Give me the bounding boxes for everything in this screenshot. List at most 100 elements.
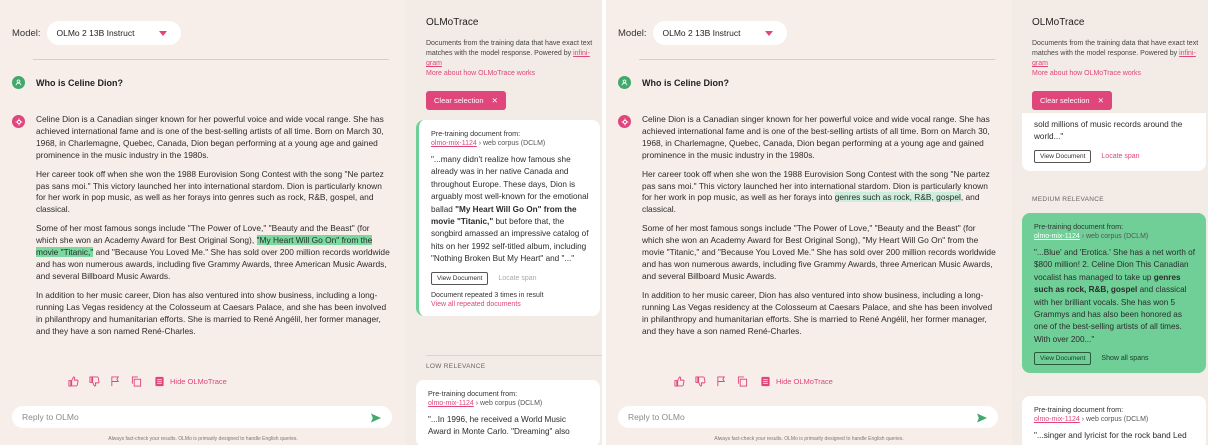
olmo-mix-link[interactable]: olmo-mix-1124 xyxy=(1034,416,1080,423)
doc-source: olmo-mix-1124 › web corpus (DCLM) xyxy=(1034,416,1149,423)
copy-icon[interactable] xyxy=(131,376,142,387)
divider xyxy=(33,59,389,60)
trace-description: Documents from the training data that ha… xyxy=(1032,40,1199,67)
doc-actions: View Document Show all spans xyxy=(1034,352,1196,366)
chat-panel-right: Model: OLMo 2 13B Instruct Who is Celine… xyxy=(606,0,1012,445)
user-icon xyxy=(618,76,631,89)
show-all-spans-button[interactable]: Show all spans xyxy=(1101,355,1148,362)
trace-panel-left: OLMoTrace Documents from the training da… xyxy=(406,0,602,445)
document-card: sold millions of music records around th… xyxy=(1022,113,1206,171)
trace-header: OLMoTrace Documents from the training da… xyxy=(1032,0,1208,79)
trace-title: OLMoTrace xyxy=(1032,17,1085,28)
doc-excerpt: "...In 1996, he received a World Music A… xyxy=(428,415,570,437)
divider xyxy=(426,355,602,356)
doc-excerpt: sold millions of music records around th… xyxy=(1034,120,1183,142)
user-icon xyxy=(12,76,25,89)
user-message: Who is Celine Dion? xyxy=(12,76,123,89)
document-icon xyxy=(154,376,165,387)
repeat-info: Document repeated 3 times in result xyxy=(431,291,544,299)
doc-actions: View Document Locate span xyxy=(431,271,590,285)
answer-paragraph-3: Some of her most famous songs include "T… xyxy=(642,223,996,281)
disclaimer: Always fact-check your results. OLMo is … xyxy=(714,436,904,442)
view-document-button[interactable]: View Document xyxy=(1034,352,1092,366)
more-about-link[interactable]: More about how OLMoTrace works xyxy=(1032,69,1208,79)
answer-paragraph-1: Celine Dion is a Canadian singer known f… xyxy=(36,114,384,160)
span-genres-highlighted[interactable]: genres such as rock, R&B, gospel xyxy=(834,192,961,203)
hide-olmotrace-button[interactable]: Hide OLMoTrace xyxy=(760,376,833,387)
locate-span-button[interactable]: Locate span xyxy=(1101,153,1139,160)
olmo-mix-link[interactable]: olmo-mix-1124 xyxy=(428,400,474,407)
reply-input[interactable] xyxy=(22,412,370,422)
doc-source: olmo-mix-1124 › web corpus (DCLM) xyxy=(428,400,543,407)
copy-icon[interactable] xyxy=(737,376,748,387)
model-row: Model: OLMo 2 13B Instruct xyxy=(618,21,787,45)
answer-paragraph-2: Her career took off when she won the 198… xyxy=(642,168,990,215)
doc-source: olmo-mix-1124 › web corpus (DCLM) xyxy=(1034,233,1149,240)
trace-header: OLMoTrace Documents from the training da… xyxy=(426,0,602,79)
document-card: Pre-training document from: olmo-mix-112… xyxy=(416,120,600,316)
more-about-link[interactable]: More about how OLMoTrace works xyxy=(426,69,602,79)
olmo-mix-link[interactable]: olmo-mix-1124 xyxy=(1034,233,1080,240)
doc-excerpt: "...many didn't realize how famous she a… xyxy=(431,155,589,264)
caret-down-icon xyxy=(764,31,773,36)
clear-selection-button[interactable]: Clear selection ✕ xyxy=(426,91,506,110)
model-select[interactable]: OLMo 2 13B Instruct xyxy=(652,21,787,45)
document-icon xyxy=(760,376,771,387)
answer-body: Celine Dion is a Canadian singer known f… xyxy=(36,114,391,344)
doc-excerpt: "...singer and lyricist for the rock ban… xyxy=(1034,431,1187,440)
thumbs-down-icon[interactable] xyxy=(695,376,706,387)
answer-paragraph-3: Some of her most famous songs include "T… xyxy=(36,223,390,281)
view-all-repeated-link[interactable]: View all repeated documents xyxy=(431,301,590,308)
model-value: OLMo 2 13B Instruct xyxy=(662,28,741,38)
flag-icon[interactable] xyxy=(716,376,727,387)
ai-message: Celine Dion is a Canadian singer known f… xyxy=(12,114,392,344)
thumbs-down-icon[interactable] xyxy=(89,376,100,387)
answer-paragraph-4: In addition to her music career, Dion ha… xyxy=(36,289,387,336)
clear-selection-button[interactable]: Clear selection ✕ xyxy=(1032,91,1112,110)
view-document-button[interactable]: View Document xyxy=(431,271,489,285)
reply-box xyxy=(618,406,998,428)
thumbs-up-icon[interactable] xyxy=(674,376,685,387)
flag-icon[interactable] xyxy=(110,376,121,387)
answer-paragraph-4: In addition to her music career, Dion ha… xyxy=(642,289,993,336)
model-value: OLMo 2 13B Instruct xyxy=(56,28,135,38)
model-label: Model: xyxy=(618,27,647,39)
caret-down-icon xyxy=(158,31,167,36)
hide-olmotrace-button[interactable]: Hide OLMoTrace xyxy=(154,376,227,387)
thumbs-up-icon[interactable] xyxy=(68,376,79,387)
doc-source-label: Pre-training document from: xyxy=(1034,222,1124,231)
question-text: Who is Celine Dion? xyxy=(642,77,729,88)
close-icon: ✕ xyxy=(1097,96,1104,105)
doc-source-label: Pre-training document from: xyxy=(428,389,518,398)
olmo-mix-link[interactable]: olmo-mix-1124 xyxy=(431,140,477,147)
doc-actions: View Document Locate span xyxy=(1034,149,1196,163)
trace-description: Documents from the training data that ha… xyxy=(426,40,593,67)
answer-paragraph-2: Her career took off when she won the 198… xyxy=(36,168,384,215)
close-icon: ✕ xyxy=(491,96,498,105)
doc-excerpt: "...Blue' and 'Erotica.' She has a net w… xyxy=(1034,248,1195,344)
reply-box xyxy=(12,406,392,428)
document-card: Pre-training document from: olmo-mix-112… xyxy=(416,380,600,445)
clear-selection-label: Clear selection xyxy=(1040,96,1090,105)
model-label: Model: xyxy=(12,27,41,39)
model-row: Model: OLMo 2 13B Instruct xyxy=(12,21,181,45)
trace-panel-right: OLMoTrace Documents from the training da… xyxy=(1012,0,1208,445)
reply-input[interactable] xyxy=(628,412,976,422)
message-toolbar: Hide OLMoTrace xyxy=(68,376,227,387)
span-genres[interactable]: genres such as rock, R&B, gospel xyxy=(229,192,355,202)
ai-logo-icon xyxy=(618,115,631,128)
view-document-button[interactable]: View Document xyxy=(1034,149,1092,163)
send-icon[interactable] xyxy=(370,411,382,423)
document-card: Pre-training document from: olmo-mix-112… xyxy=(1022,396,1206,445)
locate-span-button: Locate span xyxy=(498,274,537,282)
document-card-selected: Pre-training document from: olmo-mix-112… xyxy=(1022,213,1206,374)
send-icon[interactable] xyxy=(976,411,988,423)
clear-selection-label: Clear selection xyxy=(434,96,484,105)
model-select[interactable]: OLMo 2 13B Instruct xyxy=(46,21,181,45)
message-toolbar: Hide OLMoTrace xyxy=(674,376,833,387)
answer-body: Celine Dion is a Canadian singer known f… xyxy=(642,114,997,344)
question-text: Who is Celine Dion? xyxy=(36,77,123,88)
medium-relevance-header: MEDIUM RELEVANCE xyxy=(1032,196,1104,203)
divider xyxy=(639,59,995,60)
user-message: Who is Celine Dion? xyxy=(618,76,729,89)
